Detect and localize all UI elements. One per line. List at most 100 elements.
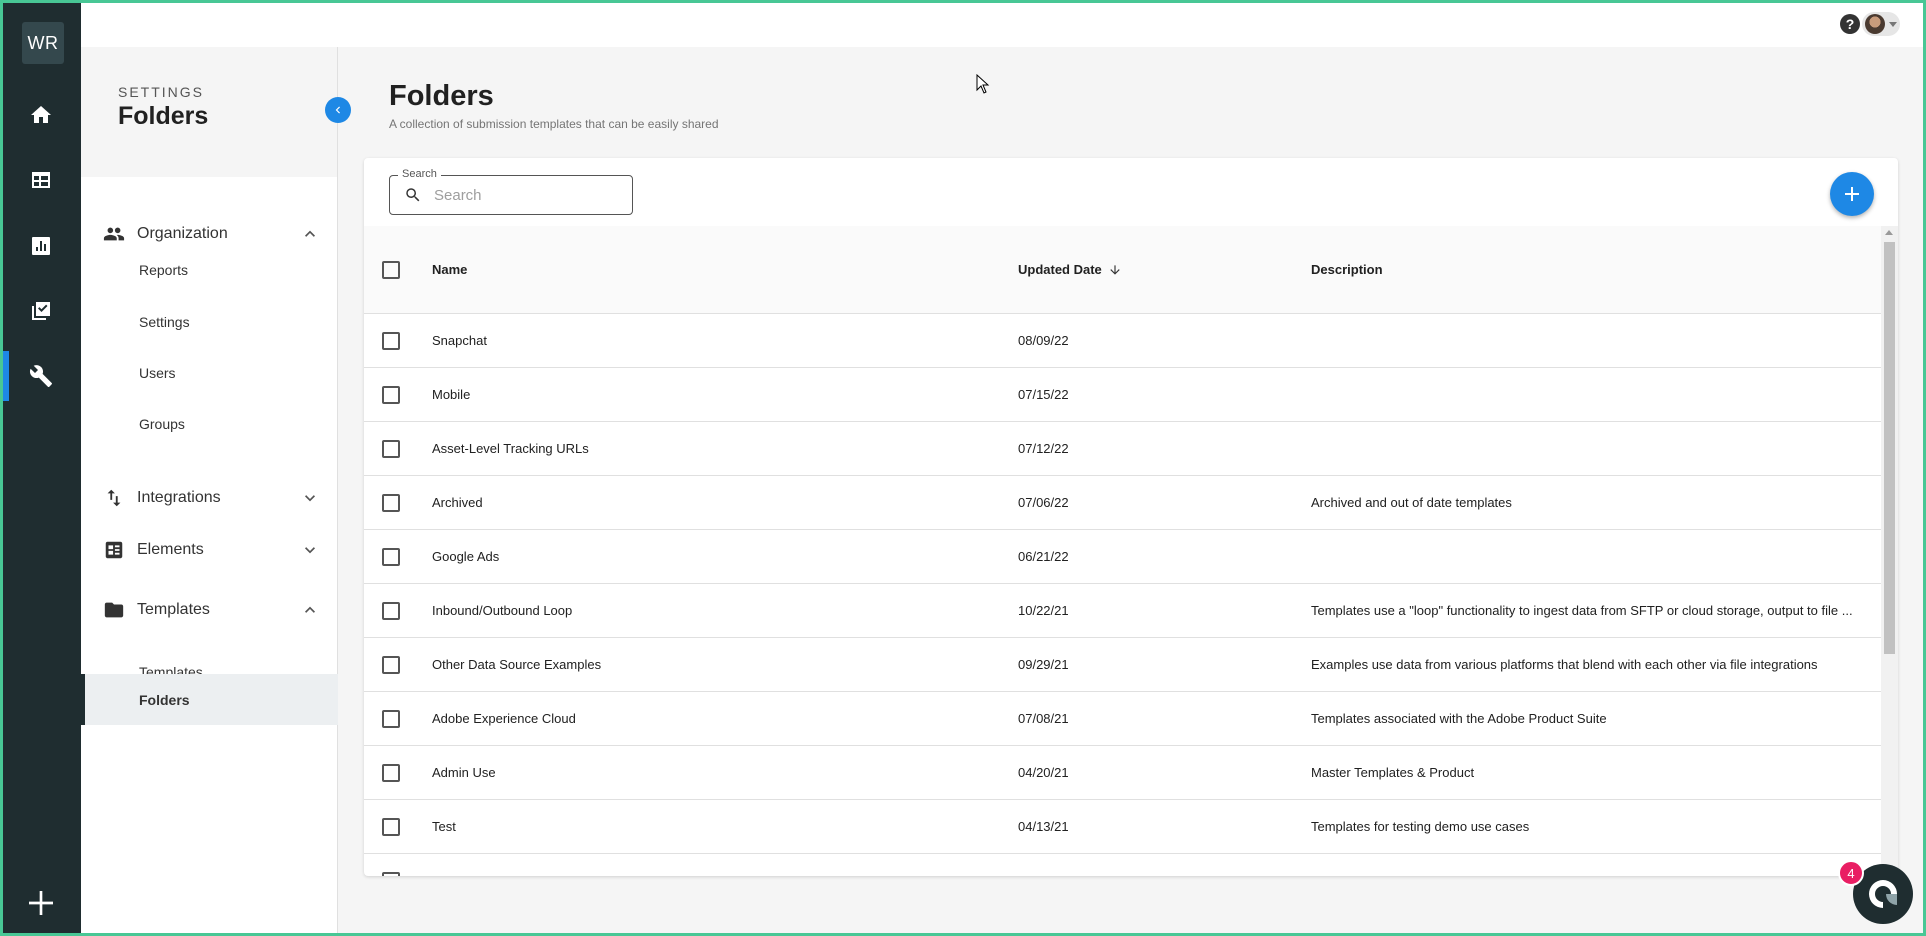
search-input[interactable] [434, 186, 624, 204]
collapse-sidebar-button[interactable] [325, 97, 351, 123]
row-checkbox[interactable] [382, 655, 400, 674]
table-row[interactable]: Inbound/Outbound Loop 10/22/21 Templates u… [364, 584, 1881, 638]
table-row[interactable]: Adobe Experience Cloud 07/08/21 Templates … [364, 692, 1881, 746]
table-row[interactable]: Admin Use 04/20/21 Master Templates & Prod… [364, 746, 1881, 800]
chevron-up-icon [305, 230, 315, 237]
add-folder-button[interactable] [1830, 172, 1874, 216]
table-row[interactable]: Test 04/13/21 Templates for testing demo u… [364, 800, 1881, 854]
rail-add-button[interactable] [0, 878, 81, 928]
row-updated-date: 07/08/21 [1018, 711, 1069, 726]
row-name[interactable]: Admin Use [432, 765, 496, 780]
row-name[interactable]: Other Data Source Examples [432, 657, 601, 672]
table-row[interactable]: Asset-Level Tracking URLs 07/12/22 [364, 422, 1881, 476]
column-header-description[interactable]: Description [1311, 262, 1876, 277]
chat-logo-icon [1869, 880, 1897, 908]
sidebar-group-elements[interactable]: Elements [81, 527, 338, 573]
select-all-checkbox[interactable] [382, 260, 400, 279]
row-checkbox[interactable] [382, 331, 400, 350]
settings-sidebar: SETTINGS Folders Organization Reports Se… [81, 47, 338, 936]
arrow-down-icon [1110, 265, 1120, 275]
row-name[interactable]: Asset-Level Tracking URLs [432, 441, 589, 456]
row-updated-date: 08/09/22 [1018, 333, 1069, 348]
table-scrollbar[interactable] [1881, 226, 1898, 876]
row-name[interactable]: Mobile [432, 387, 470, 402]
mouse-cursor-icon [976, 74, 990, 94]
app-rail: WR [0, 0, 81, 936]
workspace-logo[interactable]: WR [22, 22, 64, 64]
folders-card: Search Name Updated Date Description Sna… [364, 158, 1898, 876]
row-name[interactable]: Snapchat [432, 333, 487, 348]
sidebar-group-label: Elements [137, 541, 204, 558]
chat-notification-badge: 4 [1838, 860, 1864, 886]
scroll-up-icon[interactable] [1885, 230, 1893, 235]
folders-table: Name Updated Date Description Snapchat 08… [364, 226, 1881, 876]
sidebar-item-settings[interactable]: Settings [81, 297, 338, 347]
search-field[interactable]: Search [389, 168, 633, 215]
rail-reports[interactable] [0, 221, 81, 271]
row-description: Master Templates & Product [1311, 765, 1475, 780]
column-header-updated-date[interactable]: Updated Date [1018, 262, 1122, 277]
sidebar-header: SETTINGS Folders [81, 47, 337, 177]
rail-home[interactable] [0, 90, 81, 140]
caret-down-icon [1889, 21, 1897, 27]
help-icon[interactable]: ? [1840, 14, 1860, 34]
row-checkbox[interactable] [382, 709, 400, 728]
row-updated-date: 10/22/21 [1018, 603, 1069, 618]
row-checkbox[interactable] [382, 763, 400, 782]
row-updated-date: 09/29/21 [1018, 657, 1069, 672]
table-row[interactable] [364, 854, 1881, 876]
search-legend: Search [398, 168, 441, 180]
sidebar-title: Folders [118, 102, 209, 130]
table-row[interactable]: Mobile 07/15/22 [364, 368, 1881, 422]
sidebar-group-label: Templates [137, 601, 210, 618]
row-name[interactable]: Inbound/Outbound Loop [432, 603, 572, 618]
chevron-down-icon [305, 495, 315, 502]
row-updated-date: 04/13/21 [1018, 819, 1069, 834]
sidebar-group-label: Integrations [137, 489, 221, 506]
row-checkbox[interactable] [382, 493, 400, 512]
sidebar-item-groups[interactable]: Groups [81, 399, 338, 449]
table-row[interactable]: Snapchat 08/09/22 [364, 314, 1881, 368]
row-description: Templates associated with the Adobe Prod… [1311, 711, 1607, 726]
chevron-down-icon [305, 547, 315, 554]
sidebar-group-integrations[interactable]: Integrations [81, 475, 338, 521]
folder-icon [104, 602, 124, 618]
user-avatar-menu[interactable] [1862, 12, 1900, 36]
top-bar: ? [81, 0, 1926, 47]
row-updated-date: 07/12/22 [1018, 441, 1069, 456]
rail-tasks[interactable] [0, 286, 81, 336]
row-checkbox[interactable] [382, 547, 400, 566]
plus-icon [28, 891, 53, 915]
rail-tables[interactable] [0, 155, 81, 205]
sidebar-item-reports[interactable]: Reports [81, 245, 338, 295]
column-header-name[interactable]: Name [432, 262, 467, 277]
sidebar-eyebrow: SETTINGS [118, 84, 205, 100]
page-title: Folders [389, 80, 494, 112]
table-row[interactable]: Other Data Source Examples 09/29/21 Exampl… [364, 638, 1881, 692]
swap-icon [107, 489, 121, 507]
sidebar-item-users[interactable]: Users [81, 348, 338, 398]
chevron-up-icon [305, 606, 315, 613]
rail-settings[interactable] [0, 351, 81, 401]
table-row[interactable]: Google Ads 06/21/22 [364, 530, 1881, 584]
row-checkbox[interactable] [382, 817, 400, 836]
sidebar-item-folders[interactable]: Folders [81, 674, 338, 725]
row-name[interactable]: Adobe Experience Cloud [432, 711, 576, 726]
row-description: Templates for testing demo use cases [1311, 819, 1530, 834]
row-updated-date: 07/15/22 [1018, 387, 1069, 402]
column-header-label: Updated Date [1018, 262, 1102, 277]
table-row[interactable]: Archived 07/06/22 Archived and out of date… [364, 476, 1881, 530]
row-checkbox[interactable] [382, 871, 400, 876]
row-name[interactable]: Test [432, 819, 456, 834]
table-icon [31, 172, 50, 188]
page-subtitle: A collection of submission templates tha… [389, 117, 719, 131]
row-checkbox[interactable] [382, 439, 400, 458]
table-header: Name Updated Date Description [364, 226, 1881, 314]
row-checkbox[interactable] [382, 385, 400, 404]
sidebar-group-label: Organization [137, 225, 228, 242]
scrollbar-thumb[interactable] [1884, 242, 1895, 654]
row-checkbox[interactable] [382, 601, 400, 620]
row-name[interactable]: Archived [432, 495, 483, 510]
sidebar-group-templates[interactable]: Templates [81, 587, 338, 633]
row-name[interactable]: Google Ads [432, 549, 499, 564]
